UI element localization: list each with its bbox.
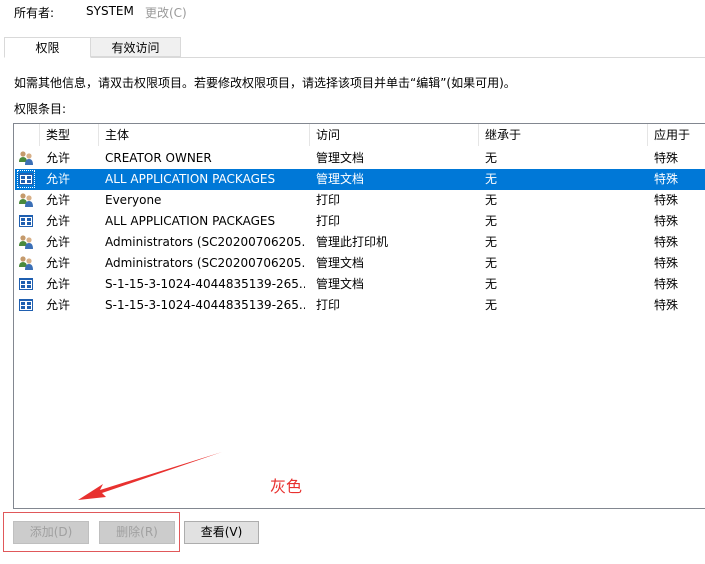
cell-access: 打印	[316, 193, 341, 207]
cell-applies-to: 特殊	[654, 172, 679, 186]
cell-access: 管理文档	[316, 256, 365, 270]
red-arrow-annotation	[70, 448, 230, 511]
cell-applies-to: 特殊	[654, 193, 679, 207]
cell-principal: ALL APPLICATION PACKAGES	[105, 172, 276, 186]
user-group-icon	[18, 234, 34, 250]
tab-permissions[interactable]: 权限	[4, 37, 91, 58]
cell-access: 打印	[316, 214, 341, 228]
cell-access: 管理文档	[316, 151, 365, 165]
tab-divider	[4, 57, 705, 58]
cell-principal: S-1-15-3-1024-4044835139-265...	[105, 298, 305, 312]
header-type[interactable]: 类型	[40, 124, 99, 146]
header-inherited-from[interactable]: 继承于	[479, 124, 648, 146]
cell-access: 管理文档	[316, 172, 365, 186]
table-row[interactable]: 允许 S-1-15-3-1024-4044835139-265... 打印 无 特殊	[15, 295, 705, 316]
table-row[interactable]: 允许 ALL APPLICATION PACKAGES 打印 无 特殊	[15, 211, 705, 232]
cell-type: 允许	[46, 256, 71, 270]
cell-inherited-from: 无	[485, 193, 498, 207]
cell-applies-to: 特殊	[654, 277, 679, 291]
table-row[interactable]: 允许 Administrators (SC20200706205... 管理文档 无 特…	[15, 253, 705, 274]
tab-effective-access[interactable]: 有效访问	[91, 37, 181, 57]
cell-access: 管理此打印机	[316, 235, 389, 249]
cell-inherited-from: 无	[485, 214, 498, 228]
cell-applies-to: 特殊	[654, 298, 679, 312]
cell-principal: CREATOR OWNER	[105, 151, 212, 165]
cell-applies-to: 特殊	[654, 235, 679, 249]
header-access[interactable]: 访问	[310, 124, 479, 146]
cell-inherited-from: 无	[485, 277, 498, 291]
cell-type: 允许	[46, 151, 71, 165]
owner-label: 所有者:	[14, 6, 55, 20]
cell-type: 允许	[46, 235, 71, 249]
cell-type: 允许	[46, 298, 71, 312]
owner-value: SYSTEM	[86, 4, 134, 18]
cell-principal: Administrators (SC20200706205...	[105, 235, 305, 249]
app-package-icon	[17, 170, 35, 188]
cell-type: 允许	[46, 172, 71, 186]
cell-type: 允许	[46, 277, 71, 291]
header-icon-spacer	[14, 124, 40, 146]
cell-inherited-from: 无	[485, 235, 498, 249]
change-owner-link[interactable]: 更改(C)	[145, 4, 187, 21]
cell-inherited-from: 无	[485, 151, 498, 165]
cell-principal: ALL APPLICATION PACKAGES	[105, 214, 276, 228]
table-row[interactable]: 允许 Administrators (SC20200706205... 管理此打印机…	[15, 232, 705, 253]
table-row[interactable]: 允许 ALL APPLICATION PACKAGES 管理文档 无 特殊	[15, 169, 705, 190]
cell-inherited-from: 无	[485, 256, 498, 270]
cell-principal: S-1-15-3-1024-4044835139-265...	[105, 277, 305, 291]
header-applies-to[interactable]: 应用于	[648, 124, 705, 146]
cell-type: 允许	[46, 214, 71, 228]
annotation-text: 灰色	[270, 477, 303, 496]
list-header: 类型 主体 访问 继承于 应用于	[14, 124, 705, 146]
add-button[interactable]: 添加(D)	[13, 521, 89, 544]
user-group-icon	[18, 255, 34, 271]
info-text: 如需其他信息，请双击权限项目。若要修改权限项目，请选择该项目并单击“编辑”(如果…	[14, 76, 516, 90]
user-group-icon	[18, 192, 34, 208]
cell-access: 管理文档	[316, 277, 365, 291]
cell-inherited-from: 无	[485, 298, 498, 312]
cell-inherited-from: 无	[485, 172, 498, 186]
app-package-icon	[18, 213, 34, 229]
cell-applies-to: 特殊	[654, 256, 679, 270]
app-package-icon	[18, 297, 34, 313]
header-principal[interactable]: 主体	[99, 124, 310, 146]
remove-button[interactable]: 删除(R)	[99, 521, 175, 544]
permission-entries-label: 权限条目:	[14, 102, 67, 116]
cell-applies-to: 特殊	[654, 151, 679, 165]
cell-applies-to: 特殊	[654, 214, 679, 228]
table-row[interactable]: 允许 Everyone 打印 无 特殊	[15, 190, 705, 211]
view-button[interactable]: 查看(V)	[184, 521, 259, 544]
cell-principal: Administrators (SC20200706205...	[105, 256, 305, 270]
cell-access: 打印	[316, 298, 341, 312]
cell-principal: Everyone	[105, 193, 162, 207]
table-row[interactable]: 允许 S-1-15-3-1024-4044835139-265... 管理文档 无 特殊	[15, 274, 705, 295]
user-group-icon	[18, 150, 34, 166]
app-package-icon	[18, 276, 34, 292]
table-row[interactable]: 允许 CREATOR OWNER 管理文档 无 特殊	[15, 148, 705, 169]
cell-type: 允许	[46, 193, 71, 207]
